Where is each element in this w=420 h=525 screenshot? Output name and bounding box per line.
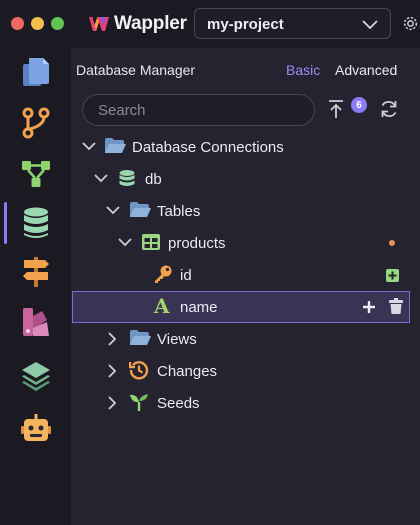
robot-icon	[20, 414, 51, 441]
refresh-icon	[381, 100, 397, 118]
app-name: Wappler	[114, 13, 187, 34]
tree-node-label: Tables	[157, 203, 201, 220]
close-window-button[interactable]	[11, 17, 24, 30]
tree-node-label: products	[168, 235, 226, 252]
rail-ai[interactable]	[0, 407, 71, 451]
tree-node-label: db	[145, 171, 162, 188]
project-select[interactable]: my-project	[194, 8, 391, 39]
rail-design[interactable]	[0, 300, 71, 344]
database-manager-panel: Database Manager Basic Advanced 6 Databa…	[71, 48, 420, 525]
minimize-window-button[interactable]	[31, 17, 44, 30]
wappler-logo-icon	[89, 17, 109, 31]
rail-database[interactable]	[0, 201, 71, 245]
rail-files[interactable]	[0, 50, 71, 94]
tree-node-field-id[interactable]: id	[71, 259, 420, 291]
folder-open-icon	[105, 138, 126, 153]
rail-active-indicator	[4, 202, 7, 244]
chevron-right-icon	[108, 332, 117, 346]
tree-node-products[interactable]: products	[71, 227, 420, 259]
table-icon	[142, 234, 160, 250]
add-icon[interactable]	[362, 300, 376, 314]
refresh-button[interactable]	[377, 97, 401, 121]
chevron-right-icon	[108, 364, 117, 378]
chevron-down-icon	[118, 238, 132, 247]
rail-git[interactable]	[0, 101, 71, 145]
upload-icon	[329, 100, 343, 118]
database-icon	[119, 170, 135, 186]
upload-count-badge: 6	[351, 97, 367, 113]
tree-node-field-name[interactable]: A name	[72, 291, 410, 323]
title-bar: Wappler my-project	[0, 0, 420, 48]
tree-node-changes[interactable]: Changes	[71, 355, 420, 387]
workflow-icon	[21, 161, 50, 187]
app-logo: Wappler	[88, 12, 187, 36]
tree-node-label: Changes	[157, 363, 218, 380]
tree-node-database-connections[interactable]: Database Connections	[71, 131, 420, 163]
zoom-window-button[interactable]	[51, 17, 64, 30]
rail-routing[interactable]	[0, 250, 71, 294]
signpost-icon	[22, 257, 49, 287]
chevron-down-icon	[106, 206, 120, 215]
modified-indicator	[389, 240, 395, 246]
gear-icon[interactable]	[401, 14, 420, 33]
tree-node-label: Database Connections	[132, 139, 284, 156]
project-select-value: my-project	[207, 16, 284, 33]
rail-workflows[interactable]	[0, 152, 71, 196]
tree-node-label: name	[180, 299, 218, 316]
tree-node-views[interactable]: Views	[71, 323, 420, 355]
history-icon	[129, 361, 149, 380]
chevron-down-icon	[362, 20, 378, 30]
tree-node-seeds[interactable]: Seeds	[71, 387, 420, 419]
database-icon	[23, 207, 48, 238]
layers-icon	[21, 362, 50, 391]
chevron-down-icon	[82, 142, 96, 151]
tree-node-label: Seeds	[157, 395, 200, 412]
design-palette-icon	[22, 308, 49, 336]
panel-title: Database Manager	[76, 62, 196, 78]
trash-icon[interactable]	[388, 298, 404, 315]
tree-node-label: Views	[157, 331, 197, 348]
git-branch-icon	[22, 107, 49, 139]
tree-node-label: id	[180, 267, 192, 284]
activity-bar	[0, 48, 71, 525]
files-icon	[22, 58, 49, 86]
tab-advanced[interactable]: Advanced	[335, 62, 397, 78]
rail-layers[interactable]	[0, 353, 71, 397]
folder-open-icon	[130, 202, 151, 217]
tab-basic[interactable]: Basic	[286, 62, 320, 78]
search-input[interactable]	[82, 94, 315, 126]
chevron-right-icon	[108, 396, 117, 410]
tree-node-db[interactable]: db	[71, 163, 420, 195]
tree-node-tables[interactable]: Tables	[71, 195, 420, 227]
folder-open-icon	[130, 330, 151, 345]
text-field-icon: A	[154, 294, 170, 318]
seedling-icon	[130, 394, 148, 411]
add-index-icon[interactable]	[386, 269, 399, 282]
chevron-down-icon	[94, 174, 108, 183]
upload-button[interactable]	[325, 97, 347, 121]
key-icon	[155, 265, 172, 283]
